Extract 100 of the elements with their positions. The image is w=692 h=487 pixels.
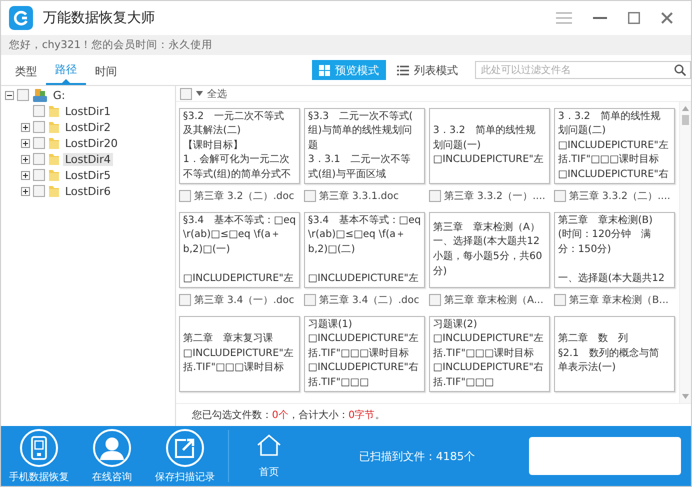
preview-line: □INCLUDEPICTURE"右: [308, 361, 419, 376]
tab-caret-icon: [62, 79, 70, 83]
scrollbar[interactable]: [679, 102, 691, 403]
scroll-thumb[interactable]: [682, 115, 689, 125]
action-button[interactable]: 保存扫描记录: [150, 428, 220, 484]
search-field[interactable]: 此处可以过滤文件名: [475, 61, 691, 79]
checkbox[interactable]: [33, 105, 45, 117]
tree-item[interactable]: LostDir2: [63, 120, 113, 134]
file-preview[interactable]: 第三章 章末检测（A） 一、选择题(本大题共12 小题，每小题5分，共60 分): [429, 212, 550, 288]
preview-line: 不等式(组)的简单分式不: [183, 168, 291, 182]
maximize-icon[interactable]: [628, 12, 640, 24]
expand-icon[interactable]: [21, 138, 30, 148]
scroll-up-icon[interactable]: [682, 106, 689, 111]
expand-icon[interactable]: [21, 186, 30, 196]
checkbox[interactable]: [33, 153, 45, 165]
tab[interactable]: 时间: [86, 61, 126, 85]
file-preview[interactable]: §3.2 一元二次不等式 及其解法(二) 【课时目标】 1．会解可化为一元二次 不等式(组)的简单分式不: [179, 108, 300, 184]
preview-line: \r(ab)□≤□eq \f(a＋: [183, 228, 281, 242]
search-icon[interactable]: [674, 64, 686, 76]
file-name: 第三章 3.2（二）.doc: [194, 190, 294, 203]
tree-item[interactable]: G:: [51, 88, 68, 102]
checkbox[interactable]: [33, 137, 45, 149]
file-preview[interactable]: 习题课(1) □INCLUDEPICTURE"左 括.TIF"□□□课时目标 □INCLUDEPICTURE"右 括.TIF"□□□: [304, 316, 425, 392]
menu-icon[interactable]: [556, 12, 572, 24]
select-all-label[interactable]: 全选: [207, 86, 227, 100]
person-icon: [99, 436, 125, 460]
preview-line: 划问题(一): [433, 138, 481, 153]
checkbox[interactable]: [179, 294, 191, 306]
home-icon: [256, 434, 282, 456]
preview-line: 3．3.1 二元一次不等: [308, 153, 410, 168]
file-preview[interactable]: §3.3 二元一次不等式( 组)与简单的线性规划问 题 3．3.1 二元一次不等 式(组)与平面区域: [304, 108, 425, 184]
preview-line: 第二章 数 列: [558, 332, 628, 346]
preview-line: b,2)□(一): [183, 242, 230, 257]
preview-line: 划问题(二): [558, 124, 606, 138]
preview-line: □INCLUDEPICTURE"左: [183, 346, 294, 361]
tree-item[interactable]: LostDir6: [63, 184, 113, 198]
tree-item[interactable]: LostDir4: [63, 152, 113, 166]
file-preview[interactable]: §3.4 基本不等式：□eq \r(ab)□≤□eq \f(a＋ b,2)□(一) □INCLUDEPICTURE"左: [179, 212, 300, 288]
file-preview[interactable]: 3．3.2 简单的线性规 划问题(二) □INCLUDEPICTURE"左 括.TIF"□□□课时目标 □INCLUDEPICTURE"右: [554, 108, 675, 184]
preview-line: 组)与简单的线性规划问: [308, 124, 412, 138]
collapse-icon[interactable]: [5, 90, 14, 100]
checkbox[interactable]: [304, 294, 316, 306]
folder-icon: [48, 120, 60, 134]
preview-line: 小题，每小题5分，共60: [433, 250, 542, 264]
preview-line: 及其解法(二): [183, 124, 241, 138]
checkbox[interactable]: [33, 169, 45, 181]
file-preview[interactable]: 习题课(2) □INCLUDEPICTURE"左 括.TIF"□□□课时目标 □INCLUDEPICTURE"右 括.TIF"□□□: [429, 316, 550, 392]
preview-line: 【课时目标】: [183, 138, 243, 153]
action-button[interactable]: 在线咨询: [77, 428, 147, 484]
preview-line: □INCLUDEPICTURE"右: [558, 168, 669, 182]
file-name: 第三章 3.4（二）.doc: [319, 294, 420, 307]
scroll-down-icon[interactable]: [682, 394, 689, 399]
checkbox[interactable]: [429, 190, 441, 202]
tab[interactable]: 路径: [46, 59, 86, 85]
preview-line: 式(组)与平面区域: [308, 168, 386, 182]
checkbox[interactable]: [554, 190, 566, 202]
preview-line: §3.2 一元二次不等式: [183, 110, 284, 124]
file-preview[interactable]: 第三章 章末检测(B) (时间：120分钟 满 分：150分) 一、选择题(本大题共12: [554, 212, 675, 288]
preview-line: 一、选择题(本大题共12: [558, 272, 665, 286]
preview-line: §3.3 二元一次不等式(: [308, 110, 413, 124]
select-all-checkbox[interactable]: [180, 88, 192, 100]
action-button[interactable]: 手机数据恢复: [4, 428, 74, 484]
file-preview[interactable]: 第二章 数 列 §2.1 数列的概念与简 单表示法(一): [554, 316, 675, 392]
checkbox[interactable]: [179, 190, 191, 202]
tree-item[interactable]: LostDir20: [63, 136, 120, 150]
expand-icon[interactable]: [21, 122, 30, 132]
caret-icon[interactable]: [196, 91, 203, 96]
checkbox[interactable]: [429, 294, 441, 306]
file-name: 第三章 3.4（一）.doc: [194, 294, 294, 307]
tree-item[interactable]: LostDir5: [63, 168, 113, 182]
file-name: 第三章 3.3.2（一）....: [444, 190, 546, 203]
preview-line: 第三章 章末检测（A）: [433, 220, 540, 235]
checkbox[interactable]: [17, 89, 29, 101]
preview-line: 习题课(1): [308, 318, 352, 332]
home-button[interactable]: 首页: [239, 434, 299, 478]
preview-line: 单表示法(一): [558, 361, 616, 376]
tab[interactable]: 类型: [6, 61, 46, 85]
preview-line: □INCLUDEPICTURE"左: [308, 272, 419, 286]
preview-line: 括.TIF"□□□课时目标: [308, 346, 409, 361]
expand-icon[interactable]: [21, 170, 30, 180]
preview-line: 3．3.2 简单的线性规: [558, 110, 660, 124]
expand-icon[interactable]: [21, 154, 30, 164]
file-name: 第三章 章末检测（A...: [444, 294, 544, 307]
folder-icon: [48, 104, 60, 118]
checkbox[interactable]: [33, 185, 45, 197]
preview-line: b,2)□(二): [308, 242, 356, 257]
folder-icon: [48, 152, 60, 166]
preview-line: □INCLUDEPICTURE"左: [308, 332, 419, 346]
checkbox[interactable]: [554, 294, 566, 306]
preview-line: 习题课(2): [433, 318, 478, 332]
grid-icon: [319, 64, 330, 76]
checkbox[interactable]: [304, 190, 316, 202]
close-icon[interactable]: [661, 12, 673, 24]
tree-item[interactable]: LostDir1: [63, 104, 113, 118]
file-preview[interactable]: 第二章 章末复习课 □INCLUDEPICTURE"左 括.TIF"□□□课时目标: [179, 316, 300, 392]
file-preview[interactable]: §3.4 基本不等式：□eq \r(ab)□≤□eq \f(a＋ b,2)□(二) □INCLUDEPICTURE"左: [304, 212, 425, 288]
app-logo-icon: [9, 6, 33, 30]
selection-status: 您已勾选文件数：0个，合计大小：0字节。: [192, 408, 385, 422]
checkbox[interactable]: [33, 121, 45, 133]
file-preview[interactable]: 3．3.2 简单的线性规 划问题(一) □INCLUDEPICTURE"左: [429, 108, 550, 184]
